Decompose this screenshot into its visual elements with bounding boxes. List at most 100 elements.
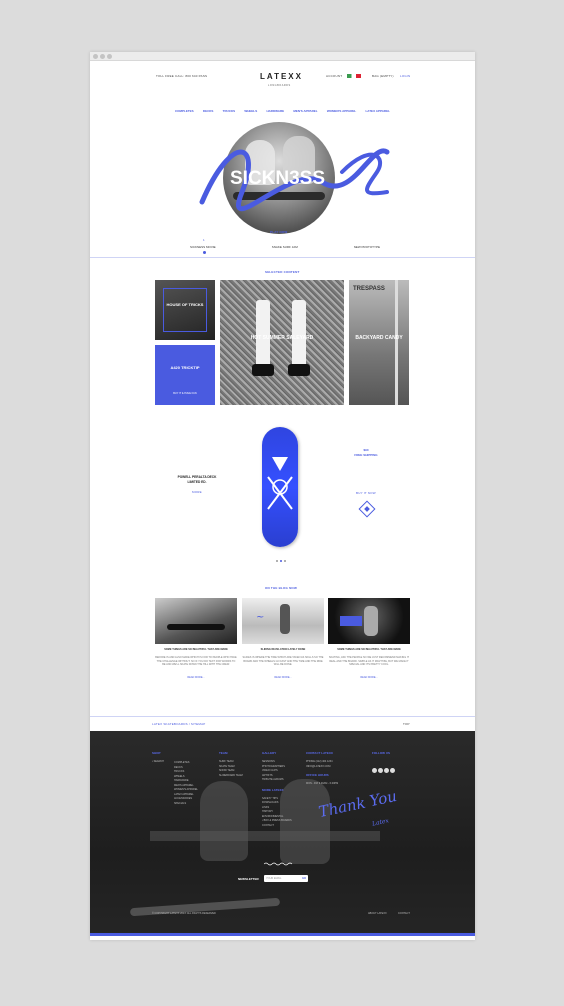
- carousel-dot-2[interactable]: [280, 560, 282, 562]
- blog-image-3[interactable]: [328, 598, 410, 644]
- footer-col-shop-items: COMPLETES DECKS TRUCKS WHEELS HARDWARE M…: [174, 761, 198, 806]
- maximize-dot-icon[interactable]: [107, 54, 112, 59]
- blog-more-3[interactable]: READ MORE...: [328, 676, 410, 680]
- shop-search[interactable]: • SEARCH: [152, 760, 164, 765]
- minimize-dot-icon[interactable]: [100, 54, 105, 59]
- nav-item-wheels[interactable]: WHEELS: [244, 109, 257, 113]
- more-item[interactable]: CONTACT: [262, 824, 292, 829]
- tab-snake-surf-jam[interactable]: SNAKE SURF JAM: [272, 245, 298, 249]
- follow-heading: FOLLOW US: [372, 751, 390, 755]
- product-title: POWELL PERALTA DECK LIMITED ED.: [167, 475, 227, 485]
- shop-item[interactable]: WOMEN'S APPAREL: [174, 788, 198, 793]
- thank-you-signature: Latex: [371, 817, 390, 828]
- blog-heading: ON THE BLOG NOW: [265, 586, 297, 590]
- back-to-top-link[interactable]: TOP: [403, 722, 410, 726]
- sub-tab-number: 1: [203, 238, 205, 242]
- tile-tricktip-sub: BUY IT & HAVE FUN: [173, 392, 197, 395]
- gallery-item[interactable]: TRIBUTE ALBUMS: [262, 778, 292, 783]
- skateboard-deck[interactable]: [262, 427, 298, 547]
- twitter-icon[interactable]: [372, 768, 377, 773]
- deck-x-graphic: [267, 476, 293, 510]
- blog-board-1: [167, 624, 225, 630]
- copyright: © COPYRIGHT LATEXX 2013. ALL RIGHTS RESE…: [152, 912, 216, 915]
- tile-hot-summer-label: HOT SUMMER SALEYARD: [250, 335, 314, 341]
- logo-subtitle: LONGBOARDS: [268, 84, 291, 87]
- contact-link[interactable]: CONTACT: [398, 912, 410, 915]
- diamond-icon[interactable]: [358, 500, 376, 518]
- nav-item-womens-apparel[interactable]: WOMEN'S APPAREL: [327, 109, 356, 113]
- blog-more-1[interactable]: READ MORE...: [155, 676, 237, 680]
- tab-sickness-movie[interactable]: SICKNESS MOVIE: [190, 245, 216, 249]
- more-heading: MORE LATEXX: [262, 787, 284, 792]
- tile-house-of-tricks[interactable]: HOUSE OF TRICKS: [155, 280, 215, 340]
- team-item[interactable]: SLIDEBOARD TEAM: [219, 774, 243, 779]
- blog-figure-2: [280, 604, 290, 634]
- product-title-line2: LIMITED ED.: [187, 480, 207, 484]
- footer-bench: [150, 831, 380, 841]
- shipping-info: $90 FREE SHIPPING: [346, 448, 386, 458]
- account-link[interactable]: ACCOUNT: [326, 74, 342, 78]
- bag-link[interactable]: BAG (EMPTY): [372, 74, 394, 78]
- product-more-link[interactable]: MORE: [192, 490, 202, 494]
- about-link[interactable]: ABOUT LATEXX: [368, 912, 387, 915]
- tile-backyard-label: BACKYARD CANDY: [355, 335, 403, 341]
- logo[interactable]: LATEXX: [260, 72, 303, 81]
- newsletter-go-button[interactable]: GO: [302, 877, 306, 880]
- blog-image-1[interactable]: [155, 598, 237, 644]
- blog-body-1: BEFORE IS AND ALSO MADE WHICH IS FOR TO …: [155, 656, 237, 666]
- breadcrumb[interactable]: LATEX SKATEBOARDS / SITEMAP: [152, 722, 205, 726]
- footer-col-shop: SHOP • SEARCH: [152, 751, 164, 765]
- tab-new-prototype[interactable]: NEW PROTOTYPE: [354, 245, 380, 249]
- tile-backyard-candy[interactable]: TRESPASS BACKYARD CANDY: [349, 280, 409, 405]
- instagram-icon[interactable]: [384, 768, 389, 773]
- divider-breadcrumb: [90, 716, 475, 717]
- tile-hot-summer-saleyard[interactable]: HOT SUMMER SALEYARD: [220, 280, 344, 405]
- tile-tricktip[interactable]: A420 TRICKTIP BUY IT & HAVE FUN: [155, 345, 215, 405]
- close-dot-icon[interactable]: [93, 54, 98, 59]
- divider: [90, 257, 475, 258]
- hero-script-number: [340, 152, 389, 196]
- carousel-dot-3[interactable]: [284, 560, 286, 562]
- newsletter-input[interactable]: YOUR EMAIL GO: [264, 875, 308, 882]
- blog-image-2[interactable]: ~: [242, 598, 324, 644]
- contact-email[interactable]: INFO@LATEXX.COM: [306, 765, 338, 770]
- nav-item-trucks[interactable]: TRUCKS: [223, 109, 236, 113]
- gallery-heading: GALLERY: [262, 751, 277, 755]
- shop-item[interactable]: SPECIALS: [174, 802, 198, 807]
- blog-title-2[interactable]: SLIDING REVELATION LATELY DONE: [242, 648, 324, 652]
- buy-now-link[interactable]: BUY IT NOW: [356, 491, 376, 495]
- play-now-button[interactable]: PLAY NOW: [270, 230, 287, 234]
- footer-col-team: TEAM SURF TEAM SKATE TEAM SNOW TEAM SLID…: [219, 751, 243, 778]
- blog-badge-3: [340, 616, 362, 626]
- blog-figure-3: [364, 606, 378, 636]
- login-link[interactable]: LOGIN: [400, 74, 410, 78]
- footer-col-follow: FOLLOW US: [372, 751, 396, 778]
- main-nav: COMPLETES DECKS TRUCKS WHEELS HARDWARE M…: [175, 109, 390, 113]
- toll-free-text: TOLL FREE CALL: 800 640 PASS: [156, 74, 208, 78]
- browser-window: TOLL FREE CALL: 800 640 PASS LATEXX LONG…: [90, 52, 475, 940]
- shoe-right: [288, 364, 310, 376]
- office-hours: MON - FRI 9.00AM - 6.00PM: [306, 782, 339, 785]
- nav-item-completes[interactable]: COMPLETES: [175, 109, 194, 113]
- deck-graphic-svg: [267, 457, 293, 510]
- blog-title-1[interactable]: SOME THINGS ARE SO BEAUTIFUL THAT ARE MA…: [155, 648, 237, 652]
- vimeo-icon[interactable]: [378, 768, 383, 773]
- footer-col-contact: CONTACT LATEXX PHONE (412) 464 1234 INFO…: [306, 751, 338, 787]
- carousel-dot-1[interactable]: [276, 560, 278, 562]
- header: TOLL FREE CALL: 800 640 PASS LATEXX LONG…: [90, 72, 475, 92]
- window-chrome: [90, 52, 475, 61]
- post: [395, 280, 398, 405]
- tile-frame: [163, 288, 207, 332]
- facebook-icon[interactable]: [390, 768, 395, 773]
- nav-item-decks[interactable]: DECKS: [203, 109, 214, 113]
- shoe-left: [252, 364, 274, 376]
- active-tab-indicator: [203, 251, 206, 254]
- nav-item-latex-apparel[interactable]: LATEX APPAREL: [365, 109, 389, 113]
- more-item[interactable]: • BOX & PRESS BOARDS: [262, 819, 292, 824]
- tile-tricktip-title: A420 TRICKTIP: [170, 365, 200, 370]
- flag-icon[interactable]: [347, 74, 361, 78]
- blog-title-3[interactable]: SOME THINGS ARE SO BEAUTIFUL THAT ARE MA…: [328, 648, 410, 652]
- blog-more-2[interactable]: READ MORE...: [242, 676, 324, 680]
- nav-item-hardware[interactable]: HARDWARE: [266, 109, 284, 113]
- nav-item-mens-apparel[interactable]: MEN'S APPAREL: [293, 109, 317, 113]
